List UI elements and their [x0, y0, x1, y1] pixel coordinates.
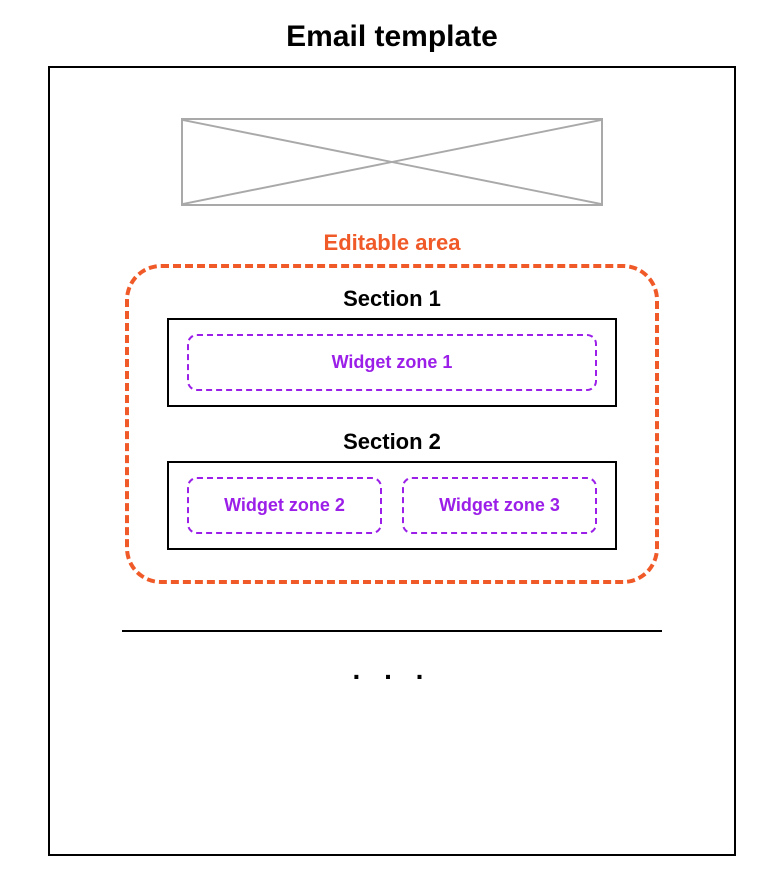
section-2: Section 2 Widget zone 2 Widget zone 3 [167, 429, 617, 550]
page-title: Email template [0, 0, 784, 66]
editable-area-label: Editable area [50, 230, 734, 256]
editable-area: Section 1 Widget zone 1 Section 2 Widget… [125, 264, 659, 584]
ellipsis-indicator: . . . [50, 654, 734, 686]
section-1-title: Section 1 [167, 286, 617, 312]
section-1-box: Widget zone 1 [167, 318, 617, 407]
divider-line [122, 630, 662, 632]
placeholder-x-icon [183, 120, 601, 204]
widget-zone-1: Widget zone 1 [187, 334, 597, 391]
section-1: Section 1 Widget zone 1 [167, 286, 617, 407]
section-2-box: Widget zone 2 Widget zone 3 [167, 461, 617, 550]
widget-zone-2: Widget zone 2 [187, 477, 382, 534]
email-template-container: Editable area Section 1 Widget zone 1 Se… [48, 66, 736, 856]
section-2-title: Section 2 [167, 429, 617, 455]
widget-zone-3: Widget zone 3 [402, 477, 597, 534]
image-placeholder [181, 118, 603, 206]
